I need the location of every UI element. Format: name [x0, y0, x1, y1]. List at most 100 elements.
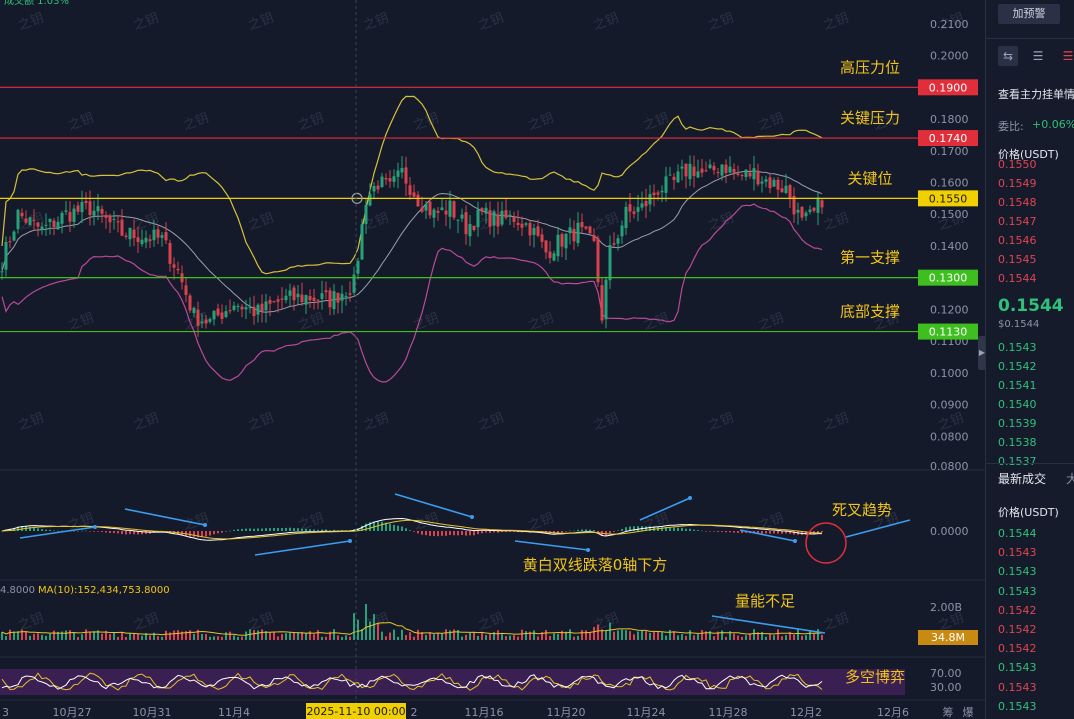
bid-price-row[interactable]: 0.1537: [998, 455, 1037, 468]
volume-bar: [689, 630, 691, 640]
watermark-text: 之钥: [296, 111, 326, 134]
orderbook-both-icon[interactable]: ⇆: [998, 46, 1018, 66]
ask-price-row[interactable]: 0.1550: [998, 158, 1037, 171]
candle-body: [204, 319, 208, 324]
time-axis-tick: 12月6: [877, 706, 909, 719]
candle-body: [560, 234, 564, 247]
watermark-text: 之钥: [706, 411, 736, 434]
volume-bar: [281, 634, 283, 640]
macd-histogram-bar: [221, 531, 223, 533]
orderbook-buy-icon[interactable]: ☰: [1028, 46, 1048, 66]
bid-price-row[interactable]: 0.1538: [998, 436, 1037, 449]
candle-body: [748, 172, 752, 177]
macd-histogram-bar: [233, 529, 235, 531]
candle-body: [416, 194, 420, 207]
watermark-text: 之钥: [476, 611, 506, 634]
volume-bar: [233, 635, 235, 640]
macd-histogram-bar: [109, 531, 111, 533]
watermark-text: 之钥: [66, 111, 96, 134]
trade-row: 0.1543: [998, 546, 1037, 560]
candle-body: [732, 168, 736, 173]
candle-body: [544, 240, 548, 253]
watermark-text: 之钥: [821, 411, 851, 434]
candle-body: [592, 234, 596, 241]
volume-bar: [449, 630, 451, 640]
ask-price-row[interactable]: 0.1544: [998, 272, 1037, 285]
price-axis-tick: 0.1600: [930, 176, 969, 189]
candle-body: [300, 294, 304, 302]
volume-bar: [753, 629, 755, 640]
macd-histogram-bar: [449, 531, 451, 536]
arrow-head: [203, 523, 207, 527]
candle-body: [80, 201, 84, 213]
candle-body: [816, 197, 820, 213]
volume-bar: [353, 613, 355, 640]
arrow-head: [586, 548, 590, 552]
price-chart[interactable]: 之钥 之钥 之钥 之钥 之钥 之钥 之钥 之钥 之钥之钥 之钥 之钥 之钥 之钥 之钥 之钥 之钥之钥 之钥 之钥…: [0, 0, 985, 719]
time-axis-tick: 10月27: [53, 706, 92, 719]
volume-bar: [213, 636, 215, 640]
add-alert-button[interactable]: 加预警: [998, 4, 1060, 24]
volume-bar: [273, 632, 275, 640]
level-tag-text: 0.1550: [929, 192, 968, 205]
macd-histogram-bar: [725, 531, 727, 533]
ask-price-row[interactable]: 0.1546: [998, 234, 1037, 247]
volume-bar: [573, 636, 575, 640]
volume-bar: [305, 632, 307, 640]
macd-histogram-bar: [257, 528, 259, 531]
trade-row: 0.1544: [998, 527, 1037, 540]
macd-histogram-bar: [565, 531, 567, 532]
ask-price-row[interactable]: 0.1549: [998, 177, 1037, 190]
macd-histogram-bar: [625, 527, 627, 531]
candle-body: [488, 210, 492, 227]
volume-bar: [661, 632, 663, 640]
bid-price-row[interactable]: 0.1540: [998, 398, 1037, 411]
volume-bar: [337, 635, 339, 640]
ask-price-row[interactable]: 0.1548: [998, 196, 1037, 209]
candle-body: [140, 239, 144, 245]
tab-latest-trades[interactable]: 最新成交: [998, 470, 1046, 487]
macd-histogram-bar: [245, 528, 247, 531]
volume-bar: [637, 631, 639, 640]
level-annotation: 关键位: [847, 169, 892, 187]
candle-body: [100, 208, 104, 214]
candle-body: [680, 166, 684, 169]
bid-price-row[interactable]: 0.1539: [998, 417, 1037, 430]
candle-body: [536, 226, 540, 236]
macd-histogram-bar: [685, 528, 687, 531]
price-axis-tick: 0.1500: [930, 208, 969, 221]
candle-body: [724, 164, 728, 173]
ask-price-row[interactable]: 0.1547: [998, 215, 1037, 228]
tab-large-trades[interactable]: 大: [1066, 470, 1074, 487]
ask-price-row[interactable]: 0.1545: [998, 253, 1037, 266]
watermark-text: 之钥: [411, 111, 441, 134]
volume-bar: [617, 630, 619, 640]
bid-price-row[interactable]: 0.1541: [998, 379, 1037, 392]
candle-body: [404, 167, 408, 184]
chart-area[interactable]: 之钥 之钥 之钥 之钥 之钥 之钥 之钥 之钥 之钥 之钥 之钥 之钥 之钥 之钥 之钥 之钥 之钥 之钥 之钥 之钥…: [0, 0, 985, 719]
watermark-text: 之钥: [16, 611, 46, 634]
volume-bar: [473, 632, 475, 640]
bid-price-row[interactable]: 0.1543: [998, 341, 1037, 354]
level-annotation: 关键压力: [840, 109, 900, 127]
macd-histogram-bar: [97, 531, 99, 532]
main-orders-title[interactable]: 查看主力挂单情: [998, 86, 1074, 102]
watermark-text: 之钥: [476, 411, 506, 434]
candle-body: [504, 210, 508, 218]
macd-histogram-bar: [273, 528, 275, 531]
macd-histogram-bar: [713, 531, 715, 532]
watermark-text: 之钥: [296, 311, 326, 334]
candle-body: [420, 207, 424, 212]
candle-body: [408, 185, 412, 195]
macd-histogram-bar: [697, 530, 699, 531]
candle-body: [28, 217, 32, 226]
bid-price-row[interactable]: 0.1542: [998, 360, 1037, 373]
candle-body: [708, 164, 712, 169]
candle-body: [460, 214, 464, 219]
watermark-text: 之钥: [476, 11, 506, 34]
volume-bar: [345, 635, 347, 640]
orderbook-sell-icon[interactable]: ☰: [1058, 46, 1074, 66]
candle-body: [312, 297, 316, 301]
macd-histogram-bar: [705, 531, 707, 532]
arrow-head: [348, 539, 352, 543]
